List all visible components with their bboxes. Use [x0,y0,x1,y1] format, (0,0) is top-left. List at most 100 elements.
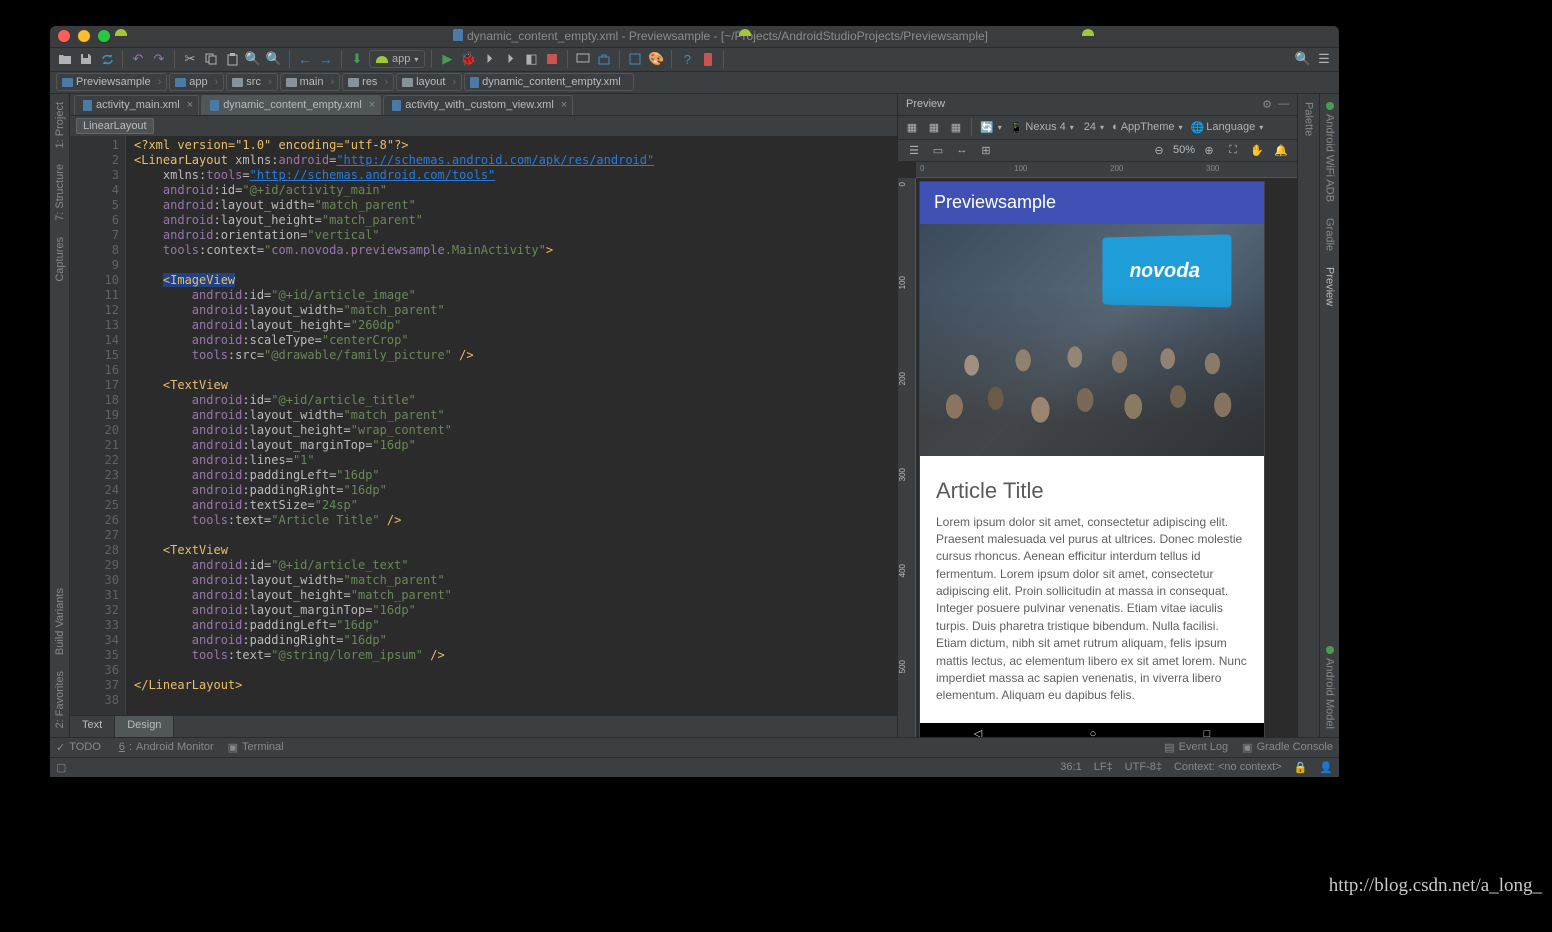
gradle-console-tool-tab[interactable]: ▣ Gradle Console [1242,741,1333,754]
minimize-icon[interactable] [78,30,90,42]
blueprint-icon[interactable]: ▦ [924,118,944,136]
folder-icon [348,78,359,87]
copy-icon[interactable] [202,50,220,68]
captures-tool-tab[interactable]: Captures [52,229,68,290]
stop-icon[interactable] [543,50,561,68]
module-icon [175,78,186,87]
forward-icon[interactable]: → [317,50,335,68]
android-monitor-tool-tab[interactable]: 6: Android Monitor [115,741,214,753]
undo-icon[interactable]: ↶ [129,50,147,68]
pan-hand-icon[interactable]: ✋ [1247,141,1267,159]
redo-icon[interactable]: ↷ [150,50,168,68]
close-icon[interactable] [58,30,70,42]
attach-icon[interactable]: ⏵ [501,50,519,68]
select-icon[interactable]: ▭ [928,141,948,159]
window-controls [58,30,110,42]
locale-selector[interactable]: 🌐Language [1188,121,1267,134]
both-icon[interactable]: ▦ [946,118,966,136]
pan-icon[interactable]: ↔ [952,141,972,159]
context[interactable]: Context: <no context> [1174,761,1282,774]
device-selector[interactable]: 📱Nexus 4 [1007,121,1077,134]
design-tab[interactable]: Design [115,716,174,737]
breadcrumb-item[interactable]: Previewsample [56,73,167,91]
terminal-tool-tab[interactable]: ▣ Terminal [228,741,284,754]
left-tool-rail: 1: Project 7: Structure Captures Build V… [50,94,70,737]
run-config-selector[interactable]: app▾ [369,50,425,68]
android-model-tool-tab[interactable]: Android Model [1322,638,1338,737]
preview-imageview: novoda [920,224,1264,456]
build-variants-tool-tab[interactable]: Build Variants [52,580,68,663]
tool-window-quick-access-icon[interactable]: ▢ [56,761,66,774]
editor-tab[interactable]: activity_with_custom_view.xml× [383,95,573,115]
fit-icon[interactable]: ⛶ [1223,141,1243,159]
breadcrumb-item[interactable]: src [226,73,277,91]
avd-icon[interactable] [574,50,592,68]
editor-tabs: activity_main.xml× dynamic_content_empty… [70,94,897,116]
text-tab[interactable]: Text [70,716,115,737]
cut-icon[interactable]: ✂ [181,50,199,68]
orientation-selector[interactable]: 🔄 [977,121,1005,134]
paste-icon[interactable] [223,50,241,68]
editor-tab-active[interactable]: dynamic_content_empty.xml× [201,95,381,115]
preview-tool-tab[interactable]: Preview [1322,259,1338,314]
api-selector[interactable]: 24 [1079,121,1107,133]
layout-crumb-item[interactable]: LinearLayout [76,118,154,134]
run-icon[interactable]: ▶ [438,50,456,68]
back-icon[interactable]: ← [296,50,314,68]
breadcrumb-item[interactable]: layout [396,73,462,91]
favorites-tool-tab[interactable]: 2: Favorites [52,663,68,736]
horizontal-ruler: 0100200300 [916,162,1297,178]
event-log-tool-tab[interactable]: ▤ Event Log [1164,741,1228,754]
coverage-icon[interactable]: ◧ [522,50,540,68]
breadcrumb-item[interactable]: dynamic_content_empty.xml [464,73,634,91]
line-ending[interactable]: LF‡ [1094,761,1113,774]
zoom-out-icon[interactable]: ⊖ [1149,141,1169,159]
zoom-icon[interactable]: ⊞ [976,141,996,159]
close-tab-icon[interactable]: × [369,99,375,111]
palette-tab[interactable]: Palette [1301,94,1317,144]
menu-icon[interactable]: ☰ [1315,50,1333,68]
profile-icon[interactable]: ⏵ [480,50,498,68]
close-tab-icon[interactable]: × [187,99,193,111]
photo-content [920,291,1264,456]
hector-icon[interactable]: 👤 [1319,761,1333,774]
breadcrumb-item[interactable]: app [169,73,224,91]
layout-inspector-icon[interactable] [626,50,644,68]
device-icon[interactable] [699,50,717,68]
theme-editor-icon[interactable]: 🎨 [647,50,665,68]
status-bar: ▢ 36:1 LF‡ UTF-8‡ Context: <no context> … [50,757,1339,777]
zoom-in-icon[interactable]: ⊕ [1199,141,1219,159]
make-icon[interactable]: ⬇ [348,50,366,68]
breadcrumb-item[interactable]: main [280,73,341,91]
zoom-icon[interactable] [98,30,110,42]
find-icon[interactable]: 🔍 [244,50,262,68]
gear-icon[interactable]: ⚙ [1262,98,1272,111]
close-tab-icon[interactable]: × [561,99,567,111]
lock-icon[interactable]: 🔒 [1294,761,1308,774]
hide-icon[interactable]: — [1278,98,1289,111]
preview-canvas[interactable]: 0100200300 0100200300400500 Previewsampl… [898,162,1297,737]
help-icon[interactable]: ? [678,50,696,68]
structure-tool-tab[interactable]: 7: Structure [52,156,68,229]
save-icon[interactable] [77,50,95,68]
menu-icon[interactable]: ☰ [904,141,924,159]
debug-icon[interactable]: 🐞 [459,50,477,68]
notifications-icon[interactable]: 🔔 [1271,141,1291,159]
code-editor[interactable]: 1234567891011121314151617181920212223242… [70,136,897,715]
replace-icon[interactable]: 🔍 [265,50,283,68]
open-icon[interactable] [56,50,74,68]
editor-tab[interactable]: activity_main.xml× [74,95,199,115]
file-encoding[interactable]: UTF-8‡ [1125,761,1162,774]
sync-icon[interactable] [98,50,116,68]
todo-tool-tab[interactable]: ✓ TODO [56,741,101,754]
wifi-adb-tool-tab[interactable]: Android WiFi ADB [1322,94,1338,210]
search-everywhere-icon[interactable]: 🔍 [1294,50,1312,68]
sdk-icon[interactable] [595,50,613,68]
theme-selector[interactable]: ◐AppTheme [1109,121,1185,133]
breadcrumb-item[interactable]: res [342,73,394,91]
code-text[interactable]: <?xml version="1.0" encoding="utf-8"?> <… [126,136,897,715]
gradle-tool-tab[interactable]: Gradle [1322,210,1338,259]
android-icon[interactable] [730,50,748,68]
project-tool-tab[interactable]: 1: Project [52,94,68,156]
design-surface-icon[interactable]: ▦ [902,118,922,136]
